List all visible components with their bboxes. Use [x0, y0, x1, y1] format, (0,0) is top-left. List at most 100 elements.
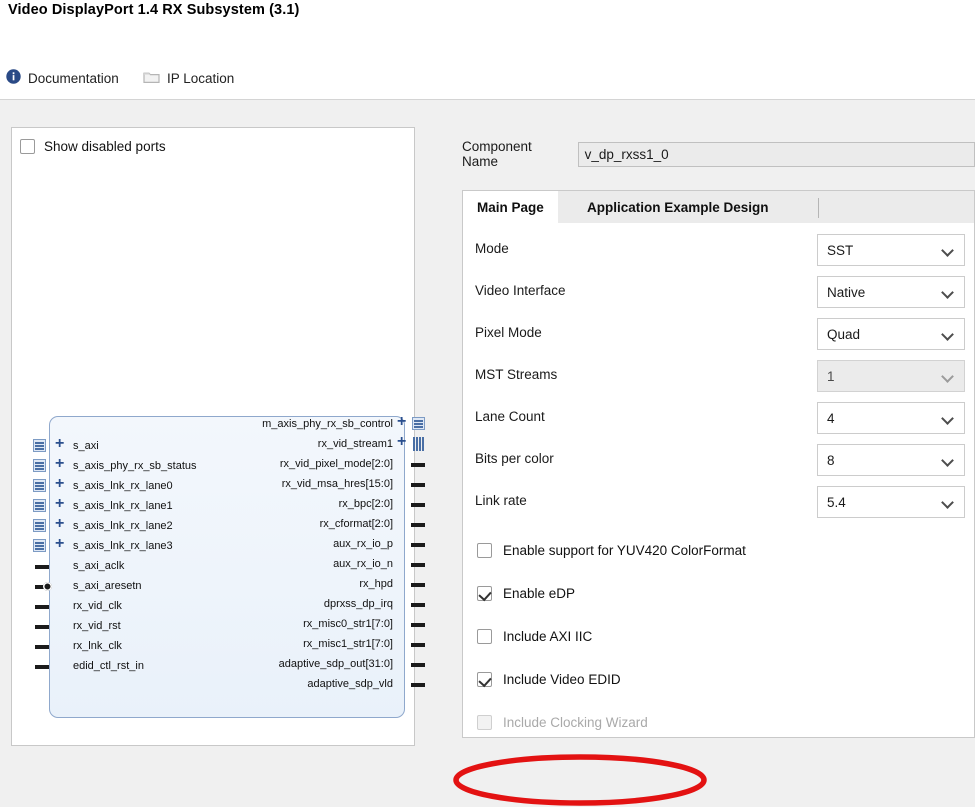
setting-dropdown[interactable]: Native	[817, 276, 965, 308]
port-label: s_axi_aclk	[73, 560, 125, 572]
pin-icon	[411, 603, 425, 607]
pin-icon	[411, 623, 425, 627]
expand-plus-icon[interactable]: +	[55, 476, 67, 492]
configuration-panel: Component Name v_dp_rxss1_0 Main Page Ap…	[442, 100, 975, 746]
pin-icon	[35, 645, 49, 649]
chevron-down-icon	[941, 328, 954, 341]
header-bar: Video DisplayPort 1.4 RX Subsystem (3.1)	[0, 0, 975, 56]
chevron-down-icon	[941, 454, 954, 467]
chevron-down-icon	[941, 370, 954, 383]
port-label: s_axis_lnk_rx_lane3	[73, 540, 173, 552]
port-label: s_axis_lnk_rx_lane2	[73, 520, 173, 532]
port-label: rx_cformat[2:0]	[319, 518, 393, 530]
setting-row: Pixel Mode Quad	[463, 313, 974, 355]
tab-divider	[818, 198, 819, 218]
setting-checkbox-box[interactable]	[477, 672, 492, 687]
toolbar: Documentation IP Location	[0, 56, 975, 100]
setting-row: Lane Count 4	[463, 397, 974, 439]
pin-icon	[411, 643, 425, 647]
ip-location-link[interactable]: IP Location	[143, 67, 234, 89]
info-icon	[6, 69, 21, 87]
port-label: adaptive_sdp_vld	[307, 678, 393, 690]
show-disabled-ports-label: Show disabled ports	[44, 139, 166, 154]
pin-icon	[411, 583, 425, 587]
bus-connector-icon	[412, 417, 425, 430]
folder-icon	[143, 70, 160, 87]
setting-checkbox-label: Include Clocking Wizard	[503, 715, 648, 730]
show-disabled-ports-box[interactable]	[20, 139, 35, 154]
setting-checkbox-row[interactable]: Enable eDP	[463, 572, 974, 615]
pin-icon	[411, 463, 425, 467]
chevron-down-icon	[941, 286, 954, 299]
port-label: s_axis_lnk_rx_lane0	[73, 480, 173, 492]
pin-icon	[411, 483, 425, 487]
setting-checkbox-box[interactable]	[477, 629, 492, 644]
expand-plus-icon[interactable]: +	[397, 434, 409, 450]
port-label: aux_rx_io_p	[333, 538, 393, 550]
setting-checkbox-box[interactable]	[477, 586, 492, 601]
expand-plus-icon[interactable]: +	[55, 516, 67, 532]
bus-connector-icon	[33, 519, 46, 532]
chevron-down-icon	[941, 496, 954, 509]
setting-row: Video Interface Native	[463, 271, 974, 313]
setting-dropdown[interactable]: Quad	[817, 318, 965, 350]
setting-checkbox-box[interactable]	[477, 543, 492, 558]
show-disabled-ports-checkbox[interactable]: Show disabled ports	[20, 139, 166, 154]
expand-plus-icon[interactable]: +	[55, 456, 67, 472]
stream-connector-icon	[412, 437, 425, 451]
ip-block-diagram: s_axi + s_axis_phy_rx_sb_status + s_axis_lnk…	[31, 406, 425, 731]
tab-application-example-design[interactable]: Application Example Design	[573, 191, 783, 224]
port-label: rx_vid_pixel_mode[2:0]	[279, 458, 393, 470]
expand-plus-icon[interactable]: +	[55, 496, 67, 512]
pin-icon	[411, 543, 425, 547]
setting-checkbox-row: Include Clocking Wizard	[463, 701, 974, 737]
documentation-label: Documentation	[28, 70, 119, 86]
bus-connector-icon	[33, 459, 46, 472]
setting-label: Link rate	[475, 493, 527, 508]
setting-label: Pixel Mode	[475, 325, 542, 340]
bus-connector-icon	[33, 499, 46, 512]
pin-icon	[35, 565, 49, 569]
expand-plus-icon[interactable]: +	[55, 536, 67, 552]
tab-main-page[interactable]: Main Page	[463, 191, 558, 224]
setting-checkbox-row[interactable]: Include Video EDID	[463, 658, 974, 701]
setting-label: MST Streams	[475, 367, 558, 382]
setting-checkbox-row[interactable]: Include AXI IIC	[463, 615, 974, 658]
setting-dropdown[interactable]: 5.4	[817, 486, 965, 518]
component-name-row: Component Name v_dp_rxss1_0	[462, 139, 975, 169]
setting-label: Bits per color	[475, 451, 554, 466]
port-label: s_axi_aresetn	[73, 580, 142, 592]
expand-plus-icon[interactable]: +	[397, 414, 409, 430]
pin-icon	[35, 625, 49, 629]
pin-icon	[411, 563, 425, 567]
pin-icon	[411, 523, 425, 527]
port-label: rx_vid_stream1	[317, 438, 393, 450]
pin-icon	[411, 503, 425, 507]
bus-connector-icon	[33, 539, 46, 552]
setting-dropdown[interactable]: 8	[817, 444, 965, 476]
bus-connector-icon	[33, 439, 46, 452]
pin-icon	[35, 665, 49, 669]
setting-row: Mode SST	[463, 229, 974, 271]
setting-label: Mode	[475, 241, 509, 256]
setting-dropdown: 1	[817, 360, 965, 392]
port-label: s_axis_lnk_rx_lane1	[73, 500, 173, 512]
setting-label: Video Interface	[475, 283, 566, 298]
setting-row: Bits per color 8	[463, 439, 974, 481]
documentation-link[interactable]: Documentation	[6, 67, 119, 89]
port-label: s_axis_phy_rx_sb_status	[73, 460, 197, 472]
pin-icon	[35, 605, 49, 609]
setting-dropdown[interactable]: 4	[817, 402, 965, 434]
port-label: rx_misc1_str1[7:0]	[303, 638, 393, 650]
tab-strip: Main Page Application Example Design	[462, 190, 975, 224]
expand-plus-icon[interactable]: +	[55, 436, 67, 452]
port-label: rx_misc0_str1[7:0]	[303, 618, 393, 630]
ip-preview-panel: Show disabled ports s_axi + s_axis_phy_rx_…	[11, 127, 425, 746]
setting-checkbox-label: Enable support for YUV420 ColorFormat	[503, 543, 746, 558]
setting-checkbox-row[interactable]: Enable support for YUV420 ColorFormat	[463, 529, 974, 572]
port-label: rx_vid_msa_hres[15:0]	[281, 478, 393, 490]
port-label: rx_vid_rst	[73, 620, 121, 632]
component-name-input[interactable]: v_dp_rxss1_0	[577, 141, 975, 167]
setting-row: Link rate 5.4	[463, 481, 974, 523]
setting-dropdown[interactable]: SST	[817, 234, 965, 266]
